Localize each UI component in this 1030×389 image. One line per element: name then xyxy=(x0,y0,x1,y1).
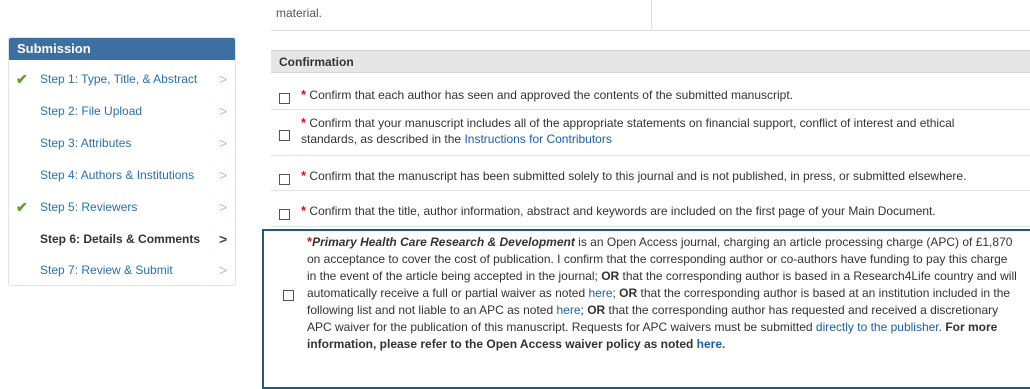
confirm-solely-checkbox[interactable] xyxy=(279,174,290,185)
step-label: Step 1: Type, Title, & Abstract xyxy=(40,72,198,86)
check-icon: ✔ xyxy=(16,70,28,87)
confirm-apc-checkbox[interactable] xyxy=(283,290,294,301)
confirmation-header: Confirmation xyxy=(271,50,1030,73)
step-label: Step 2: File Upload xyxy=(40,104,143,118)
required-marker: * xyxy=(301,203,307,218)
confirm-approved-label: Confirm that each author has seen and ap… xyxy=(309,88,794,102)
or-label: OR xyxy=(619,286,638,300)
chevron-right-icon: > xyxy=(219,231,228,247)
step-label: Step 3: Attributes xyxy=(40,136,132,150)
required-marker: * xyxy=(301,115,307,130)
sidebar-step-4[interactable]: Step 4: Authors & Institutions > xyxy=(9,165,235,185)
step-label: Step 4: Authors & Institutions xyxy=(40,168,195,182)
chevron-right-icon: > xyxy=(219,199,228,215)
column-divider xyxy=(651,0,652,29)
waiver-policy-link[interactable]: here. xyxy=(697,337,726,351)
confirm-row-title-info: * Confirm that the title, author informa… xyxy=(271,200,1030,227)
sidebar-step-2[interactable]: Step 2: File Upload > xyxy=(9,101,235,121)
publisher-link[interactable]: directly to the publisher xyxy=(816,320,939,334)
step-label: Step 7: Review & Submit xyxy=(40,263,173,277)
chevron-right-icon: > xyxy=(219,135,228,151)
or-label: OR xyxy=(587,303,606,317)
confirm-title-info-text: * Confirm that the title, author informa… xyxy=(301,203,1010,219)
previous-field-text: material. xyxy=(276,6,323,20)
confirm-solely-label: Confirm that the manuscript has been sub… xyxy=(309,169,967,183)
confirm-title-info-checkbox[interactable] xyxy=(279,209,290,220)
confirm-statements-checkbox[interactable] xyxy=(279,130,290,141)
journal-name: Primary Health Care Research & Developme… xyxy=(312,235,575,249)
confirm-solely-text: * Confirm that the manuscript has been s… xyxy=(301,168,1010,184)
sidebar-step-7[interactable]: Step 7: Review & Submit > xyxy=(9,260,235,280)
confirm-statements-text: * Confirm that your manuscript includes … xyxy=(301,115,1010,147)
confirm-row-solely: * Confirm that the manuscript has been s… xyxy=(271,163,1030,191)
instructions-link[interactable]: Instructions for Contributors xyxy=(464,132,611,146)
sidebar-step-6[interactable]: Step 6: Details & Comments > xyxy=(9,229,235,249)
confirm-title-info-label: Confirm that the title, author informati… xyxy=(309,204,936,218)
confirm-row-approved: * Confirm that each author has seen and … xyxy=(271,84,1030,110)
step-label: Step 5: Reviewers xyxy=(40,200,138,214)
sidebar-header: Submission xyxy=(9,38,235,60)
chevron-right-icon: > xyxy=(219,262,228,278)
submission-sidebar: Submission ✔ Step 1: Type, Title, & Abst… xyxy=(8,37,236,286)
check-icon: ✔ xyxy=(16,198,28,215)
step-label: Step 6: Details & Comments xyxy=(40,232,201,246)
sidebar-step-3[interactable]: Step 3: Attributes > xyxy=(9,133,235,153)
confirm-approved-checkbox[interactable] xyxy=(279,93,290,104)
previous-field-row: material. xyxy=(271,0,1030,31)
or-label: OR xyxy=(601,269,620,283)
confirm-apc-text: *Primary Health Care Research & Developm… xyxy=(307,233,1018,353)
required-marker: * xyxy=(301,87,307,102)
confirm-row-apc: *Primary Health Care Research & Developm… xyxy=(271,231,1030,361)
required-marker: * xyxy=(301,168,307,183)
chevron-right-icon: > xyxy=(219,167,228,183)
chevron-right-icon: > xyxy=(219,103,228,119)
sidebar-step-5[interactable]: ✔ Step 5: Reviewers > xyxy=(9,197,235,217)
chevron-right-icon: > xyxy=(219,71,228,87)
research4life-link[interactable]: here xyxy=(588,286,612,300)
sidebar-step-1[interactable]: ✔ Step 1: Type, Title, & Abstract > xyxy=(9,69,235,89)
confirm-approved-text: * Confirm that each author has seen and … xyxy=(301,87,1010,103)
confirm-row-statements: * Confirm that your manuscript includes … xyxy=(271,112,1030,156)
confirm-statements-label: Confirm that your manuscript includes al… xyxy=(301,116,955,146)
institution-list-link[interactable]: here xyxy=(557,303,581,317)
